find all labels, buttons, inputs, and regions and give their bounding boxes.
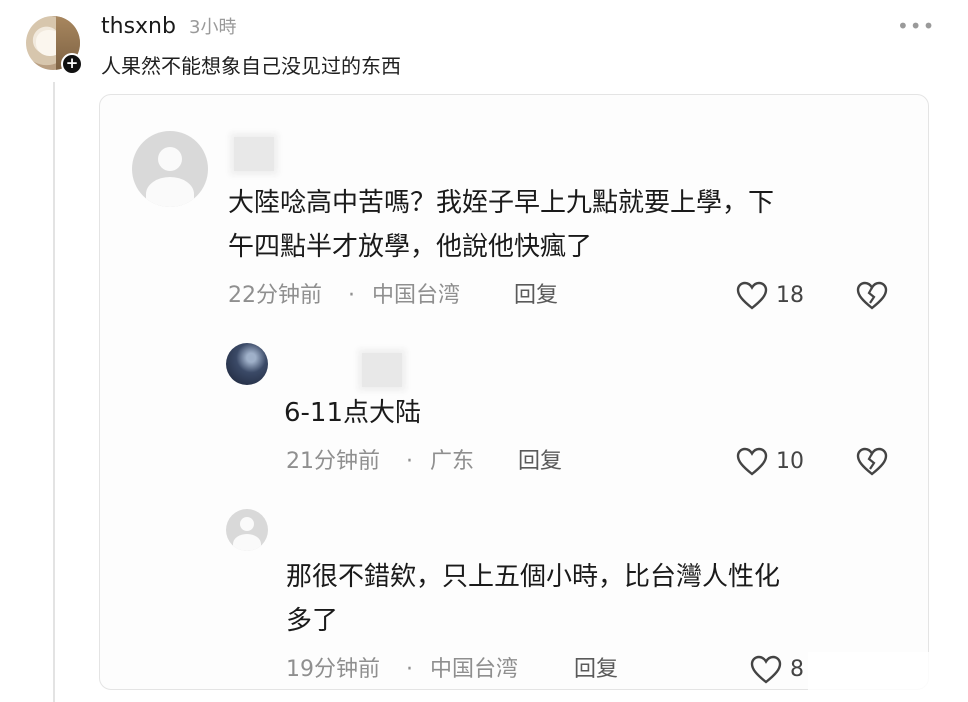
comment-location: 广东 (430, 449, 475, 474)
post-time: 3小時 (189, 17, 237, 38)
reply-avatar (226, 509, 268, 551)
broken-heart-icon[interactable] (856, 447, 888, 477)
post-page: + thsxnb 3小時 ••• 人果然不能想象自己没见过的东西 大陸唸高中苦嗎… (0, 0, 968, 702)
meta-separator: · (406, 449, 413, 474)
follow-plus-icon[interactable]: + (61, 53, 83, 75)
meta-separator: · (348, 283, 355, 308)
author-username[interactable]: thsxnb (101, 12, 176, 42)
more-dots-icon[interactable]: ••• (897, 14, 935, 38)
comment-location: 中国台湾 (430, 657, 519, 682)
reply-button[interactable]: 回复 (518, 447, 562, 477)
blurred-username (234, 137, 274, 171)
heart-outline-icon[interactable] (736, 281, 768, 311)
reply-avatar (226, 343, 268, 385)
comment-location: 中国台湾 (372, 283, 461, 308)
broken-heart-icon[interactable] (856, 281, 888, 311)
avatar-body (146, 177, 194, 207)
avatar-body (233, 534, 261, 551)
comment-time: 19分钟前 (286, 657, 380, 682)
heart-outline-icon[interactable] (736, 447, 768, 477)
meta-separator: · (406, 657, 413, 682)
thread-line (53, 82, 55, 702)
comment-time: 21分钟前 (286, 449, 380, 474)
like-count: 10 (776, 449, 804, 474)
comment-avatar (132, 131, 208, 207)
comment-text-line: 多了 (286, 606, 339, 636)
post-caption: 人果然不能想象自己没见过的东西 (101, 54, 401, 78)
avatar-head (240, 517, 254, 531)
comment-text-line: 午四點半才放學，他說他快瘋了 (228, 232, 593, 262)
blurred-username (362, 353, 402, 387)
comment-time: 22分钟前 (228, 283, 322, 308)
watermark-overlay (808, 652, 968, 696)
comment-text-line: 那很不錯欸，只上五個小時，比台灣人性化 (286, 562, 781, 592)
reply-button[interactable]: 回复 (514, 281, 558, 311)
comment-text-line: 大陸唸高中苦嗎？我姪子早上九點就要上學，下 (228, 188, 775, 218)
like-count: 18 (776, 283, 804, 308)
heart-outline-icon[interactable] (750, 655, 782, 685)
reply-button[interactable]: 回复 (574, 655, 618, 685)
like-count: 8 (790, 657, 804, 682)
embedded-screenshot-card: 大陸唸高中苦嗎？我姪子早上九點就要上學，下 午四點半才放學，他說他快瘋了 22分… (99, 94, 929, 690)
comment-text-line: 6-11点大陆 (284, 398, 422, 428)
avatar-head (158, 147, 182, 171)
